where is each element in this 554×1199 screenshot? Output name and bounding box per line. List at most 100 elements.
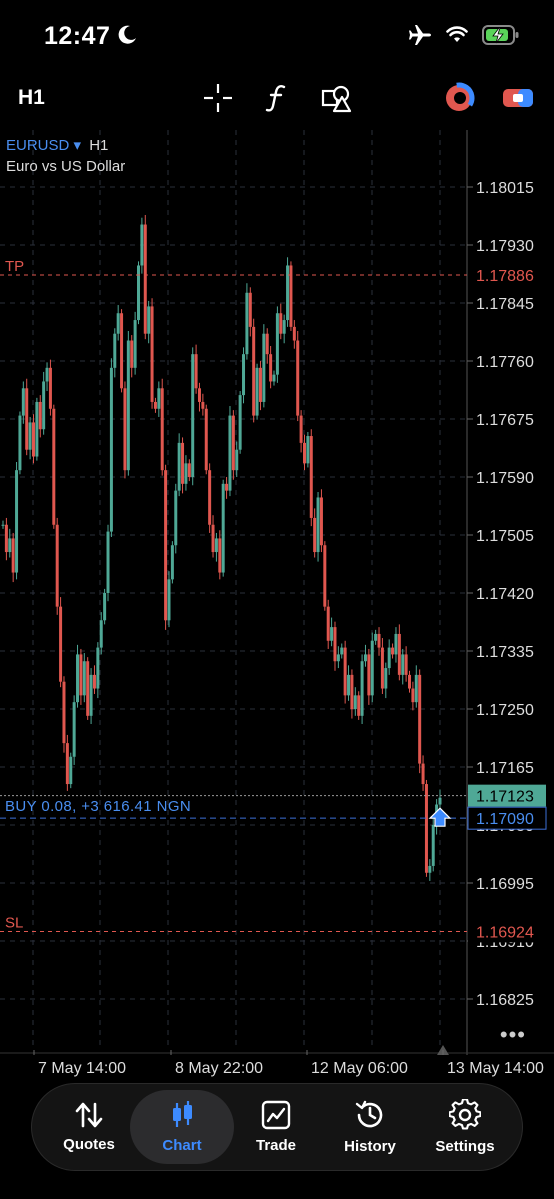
candle-body	[45, 367, 49, 382]
candle-body	[306, 436, 310, 464]
candle-body	[143, 224, 147, 334]
y-tick-label: 1.17590	[476, 470, 534, 487]
indicators-icon[interactable]	[259, 80, 295, 116]
symbol-name[interactable]: EURUSD	[6, 137, 69, 154]
trading-signals-icon[interactable]	[441, 80, 477, 116]
y-tick-label: 1.16995	[476, 876, 534, 893]
y-tick-label: 1.17165	[476, 760, 534, 777]
chart-candles-icon	[173, 1101, 192, 1127]
candle-body	[174, 490, 178, 546]
candle-body	[52, 408, 56, 525]
tab-trade[interactable]: Trade	[229, 1084, 323, 1170]
tp-label: TP	[5, 258, 24, 275]
x-tick-label: 12 May 06:00	[311, 1060, 408, 1077]
candle-body	[235, 449, 239, 471]
tab-settings[interactable]: Settings	[418, 1084, 512, 1170]
quotes-icon	[75, 1102, 103, 1128]
chart-canvas[interactable]: 1.18015 1.17930 1.17845 1.17760 1.17675 1.175…	[0, 130, 554, 1055]
x-axis-labels: 7 May 14:00 8 May 22:00 12 May 06:00 13 …	[0, 1060, 554, 1082]
candle-body	[296, 340, 300, 416]
price-chart[interactable]: 1.18015 1.17930 1.17845 1.17760 1.17675 1.175…	[0, 130, 554, 1055]
wifi-icon	[446, 26, 468, 42]
candle-body	[242, 354, 246, 396]
candle-body	[48, 367, 52, 409]
candle-body	[252, 326, 256, 416]
candle-body	[262, 333, 266, 402]
candle-body	[191, 354, 195, 477]
candle-body	[302, 442, 306, 464]
candle-body	[394, 633, 398, 655]
candle-body	[8, 538, 12, 553]
history-icon	[355, 1100, 383, 1128]
candle-body	[340, 647, 344, 655]
more-options-icon[interactable]: •••	[500, 1022, 526, 1048]
candle-body	[103, 593, 107, 621]
position-label: BUY 0.08, +3 616.41 NGN	[5, 798, 191, 815]
candle-body	[377, 633, 381, 648]
trade-icon	[261, 1100, 291, 1130]
airplane-icon	[409, 25, 431, 45]
candle-body	[391, 647, 395, 655]
candle-body	[347, 674, 351, 696]
candle-body	[140, 224, 144, 266]
bid-price-label: 1.17123	[476, 789, 534, 806]
candle-body	[438, 797, 442, 805]
candle-body	[153, 401, 157, 409]
symbol-header[interactable]: EURUSD ▾ H1	[6, 136, 108, 154]
candle-body	[201, 401, 205, 409]
symbol-dropdown-icon[interactable]: ▾	[74, 137, 82, 154]
candle-body	[401, 654, 405, 675]
tab-trade-label: Trade	[255, 1137, 297, 1154]
candle-body	[238, 395, 242, 450]
tab-quotes[interactable]: Quotes	[42, 1084, 136, 1170]
y-tick-label: 1.16825	[476, 992, 534, 1009]
candle-body	[157, 388, 161, 409]
candle-body	[357, 695, 361, 716]
candle-body	[370, 640, 374, 696]
tab-chart[interactable]: Chart	[130, 1090, 234, 1164]
candle-body	[275, 313, 279, 375]
candle-body	[350, 674, 354, 709]
objects-icon[interactable]	[318, 80, 354, 116]
candle-body	[319, 497, 323, 546]
candle-body	[194, 354, 198, 389]
candle-body	[177, 442, 181, 491]
candle-body	[4, 524, 8, 553]
candle-body	[292, 326, 296, 341]
candle-body	[123, 388, 127, 471]
candle-body	[120, 313, 124, 389]
candle-body	[76, 654, 80, 703]
timeframe-button[interactable]: H1	[18, 86, 45, 110]
candle-body	[89, 674, 93, 716]
candle-body	[109, 367, 113, 532]
sl-price-label: 1.16924	[476, 924, 534, 941]
candle-body	[197, 388, 201, 402]
candle-body	[160, 388, 164, 471]
one-click-trading-icon[interactable]	[500, 80, 536, 116]
candle-body	[55, 524, 59, 607]
candle-body	[411, 688, 415, 703]
candle-body	[431, 825, 435, 866]
candle-body	[113, 333, 117, 368]
candle-body	[35, 401, 39, 457]
moon-icon	[118, 25, 136, 44]
candle-body	[204, 408, 208, 471]
candle-body	[218, 538, 222, 573]
candle-body	[96, 647, 100, 689]
status-time: 12:47	[44, 22, 111, 50]
tab-history[interactable]: History	[323, 1084, 417, 1170]
candle-body	[255, 367, 259, 416]
candle-body	[330, 627, 334, 641]
candle-body	[116, 313, 120, 334]
candle-body	[69, 756, 73, 785]
y-tick-label: 1.17760	[476, 354, 534, 371]
candle-body	[65, 743, 69, 785]
crosshair-icon[interactable]	[200, 80, 236, 116]
candle-body	[86, 661, 90, 716]
candle-body	[326, 606, 330, 641]
candle-body	[99, 620, 103, 648]
candle-body	[137, 265, 141, 321]
candle-body	[428, 865, 432, 873]
chart-toolbar: H1	[0, 74, 554, 122]
candle-body	[421, 763, 425, 785]
